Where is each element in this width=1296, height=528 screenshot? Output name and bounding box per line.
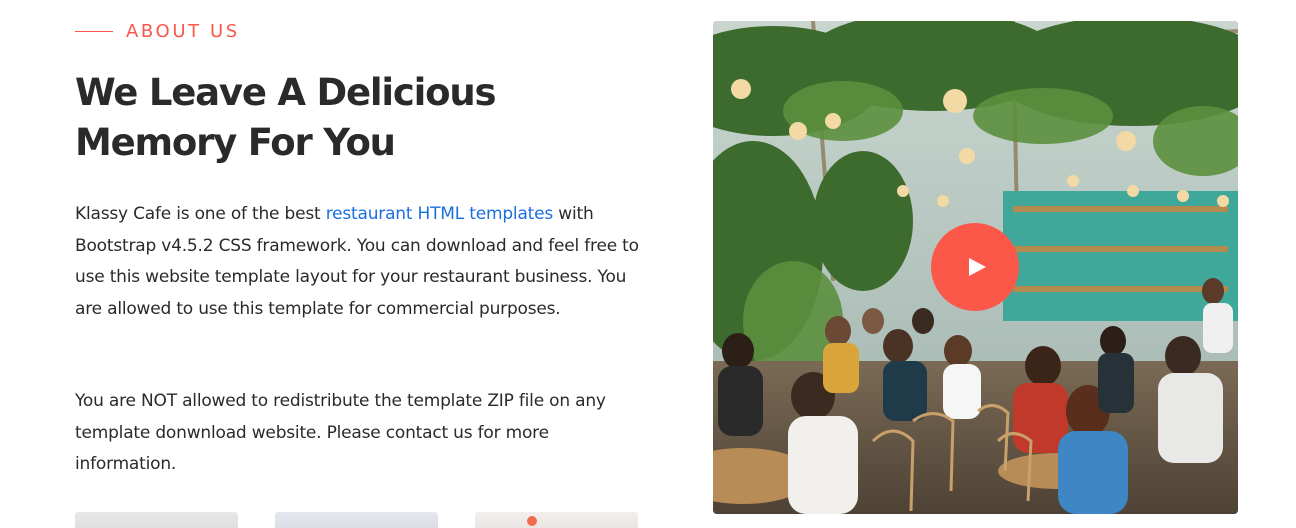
about-paragraph-2: You are NOT allowed to redistribute the … — [75, 391, 606, 474]
gallery-thumbnail-3[interactable] — [475, 512, 638, 528]
video-play-button[interactable] — [931, 223, 1019, 311]
thumbnail-food-shape — [527, 516, 537, 526]
gallery-thumbnail-2[interactable] — [275, 512, 438, 528]
section-eyebrow: ABOUT US — [75, 21, 240, 42]
section-title: We Leave A Delicious Memory For You — [75, 68, 635, 168]
restaurant-templates-link[interactable]: restaurant HTML templates — [326, 204, 554, 224]
about-paragraph-1: Klassy Cafe is one of the best restauran… — [75, 199, 640, 325]
para1-text-before: Klassy Cafe is one of the best — [75, 204, 326, 224]
eyebrow-text: ABOUT US — [126, 21, 240, 42]
play-icon — [969, 258, 986, 276]
gallery-thumbnail-1[interactable] — [75, 512, 238, 528]
title-line-1: We Leave A Delicious — [75, 71, 496, 114]
title-line-2: Memory For You — [75, 121, 396, 164]
eyebrow-line — [75, 31, 113, 32]
